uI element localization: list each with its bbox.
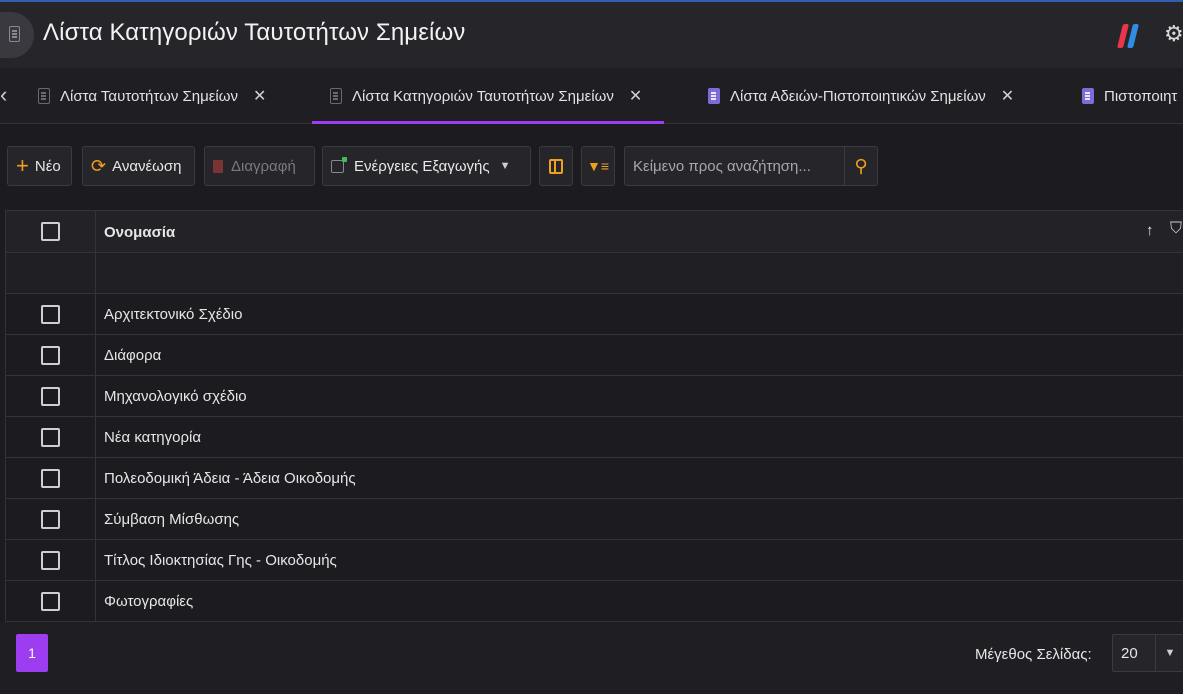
title-bar: Λίστα Κατηγοριών Ταυτοτήτων Σημείων ⚙ — [0, 0, 1183, 68]
tab-label: Λίστα Κατηγοριών Ταυτοτήτων Σημείων — [352, 87, 614, 105]
app-menu-button[interactable] — [0, 12, 34, 58]
row-name: Νέα κατηγορία — [104, 429, 201, 446]
tabs-scroll-left-icon[interactable]: ‹ — [0, 82, 12, 108]
table-header-row: Ονομασία ↑ ⛉ — [6, 211, 1183, 253]
name-filter-cell[interactable] — [97, 253, 1183, 293]
tab-point-ids-list[interactable]: Λίστα Ταυτοτήτων Σημείων ✕ — [38, 68, 266, 124]
row-select-cell — [6, 540, 96, 580]
row-checkbox[interactable] — [41, 592, 60, 611]
search-box: ⚲ — [624, 146, 878, 186]
row-checkbox[interactable] — [41, 387, 60, 406]
row-select-cell — [6, 294, 96, 334]
table-row[interactable]: Σύμβαση Μίσθωσης — [6, 499, 1183, 540]
search-icon[interactable]: ⚲ — [844, 147, 877, 185]
settings-gear-icon[interactable]: ⚙ — [1164, 21, 1183, 47]
new-button-label: Νέο — [34, 157, 61, 175]
refresh-icon: ⟳ — [91, 156, 107, 176]
sort-ascending-icon[interactable]: ↑ — [1146, 222, 1154, 239]
row-name: Διάφορα — [104, 347, 162, 364]
pager: 1 Μέγεθος Σελίδας: 20 ▼ — [0, 622, 1183, 694]
table-row[interactable]: Τίτλος Ιδιοκτησίας Γης - Οικοδομής — [6, 540, 1183, 581]
filter-row-cell — [6, 253, 96, 293]
chevron-down-icon: ▼ — [499, 160, 511, 172]
tab-label: Λίστα Ταυτοτήτων Σημείων — [60, 87, 238, 105]
row-name: Τίτλος Ιδιοκτησίας Γης - Οικοδομής — [104, 552, 337, 569]
row-checkbox[interactable] — [41, 551, 60, 570]
row-checkbox[interactable] — [41, 428, 60, 447]
table-row[interactable]: Πολεοδομική Άδεια - Άδεια Οικοδομής — [6, 458, 1183, 499]
row-select-cell — [6, 581, 96, 622]
tab-bar: ‹ Λίστα Ταυτοτήτων Σημείων ✕ Λίστα Κατηγ… — [0, 68, 1183, 124]
document-icon — [1082, 88, 1094, 104]
row-select-cell — [6, 499, 96, 539]
row-name: Πολεοδομική Άδεια - Άδεια Οικοδομής — [104, 470, 356, 487]
select-all-checkbox[interactable] — [41, 222, 60, 241]
row-checkbox[interactable] — [41, 510, 60, 529]
new-button[interactable]: + Νέο — [7, 146, 72, 186]
row-name: Φωτογραφίες — [104, 593, 194, 610]
brand-logo-icon — [1117, 22, 1141, 48]
column-chooser-button[interactable] — [539, 146, 573, 186]
table-row[interactable]: Αρχιτεκτονικό Σχέδιο — [6, 294, 1183, 335]
row-name: Αρχιτεκτονικό Σχέδιο — [104, 306, 243, 323]
document-icon — [9, 26, 20, 42]
row-select-cell — [6, 335, 96, 375]
delete-button-label: Διαγραφή — [231, 157, 296, 175]
row-checkbox[interactable] — [41, 469, 60, 488]
select-all-cell — [6, 211, 96, 252]
columns-icon — [549, 158, 563, 174]
search-input[interactable] — [625, 147, 845, 185]
table-filter-row — [6, 253, 1183, 294]
export-actions-dropdown[interactable]: Ενέργειες Εξαγωγής ▼ — [322, 146, 531, 186]
page-size-select[interactable]: 20 ▼ — [1112, 634, 1183, 672]
trash-icon — [213, 159, 223, 173]
column-filter-icon[interactable]: ⛉ — [1170, 220, 1182, 238]
table-row[interactable]: Μηχανολογικό σχέδιο — [6, 376, 1183, 417]
delete-button[interactable]: Διαγραφή — [204, 146, 315, 186]
row-select-cell — [6, 458, 96, 498]
refresh-button-label: Ανανέωση — [112, 157, 182, 175]
toolbar: + Νέο ⟳ Ανανέωση Διαγραφή Ενέργειες Εξαγ… — [0, 124, 1183, 210]
tab-certificates[interactable]: Πιστοποιητ — [1082, 68, 1177, 124]
close-tab-icon[interactable]: ✕ — [1001, 86, 1014, 106]
document-icon — [708, 88, 720, 104]
page-size-label: Μέγεθος Σελίδας: — [975, 646, 1092, 663]
categories-table: Ονομασία ↑ ⛉ Αρχιτεκτονικό Σχέδιο Διάφορ… — [5, 210, 1183, 622]
filter-builder-button[interactable]: ▼≡ — [581, 146, 615, 186]
refresh-button[interactable]: ⟳ Ανανέωση — [82, 146, 195, 186]
page-button-current[interactable]: 1 — [16, 634, 48, 672]
tab-point-id-categories[interactable]: Λίστα Κατηγοριών Ταυτοτήτων Σημείων ✕ — [311, 68, 665, 124]
table-row[interactable]: Φωτογραφίες — [6, 581, 1183, 622]
table-row[interactable]: Διάφορα — [6, 335, 1183, 376]
table-row[interactable]: Νέα κατηγορία — [6, 417, 1183, 458]
tab-label: Πιστοποιητ — [1104, 87, 1178, 105]
row-select-cell — [6, 376, 96, 416]
filter-icon: ▼≡ — [586, 158, 610, 174]
row-name: Μηχανολογικό σχέδιο — [104, 388, 247, 405]
row-select-cell — [6, 417, 96, 457]
plus-icon: + — [16, 153, 29, 178]
column-header-name[interactable]: Ονομασία — [104, 224, 175, 241]
close-tab-icon[interactable]: ✕ — [629, 86, 642, 106]
row-checkbox[interactable] — [41, 346, 60, 365]
close-tab-icon[interactable]: ✕ — [253, 86, 266, 106]
export-icon — [331, 156, 347, 173]
tab-point-permits-list[interactable]: Λίστα Αδειών-Πιστοποιητικών Σημείων ✕ — [708, 68, 1014, 124]
document-icon — [38, 88, 50, 104]
row-checkbox[interactable] — [41, 305, 60, 324]
tab-label: Λίστα Αδειών-Πιστοποιητικών Σημείων — [730, 87, 986, 105]
row-name: Σύμβαση Μίσθωσης — [104, 511, 240, 528]
window-title: Λίστα Κατηγοριών Ταυτοτήτων Σημείων — [43, 19, 466, 46]
export-actions-label: Ενέργειες Εξαγωγής — [354, 157, 490, 175]
chevron-down-icon[interactable]: ▼ — [1155, 635, 1183, 671]
document-icon — [330, 88, 342, 104]
page-size-value: 20 — [1121, 645, 1138, 662]
